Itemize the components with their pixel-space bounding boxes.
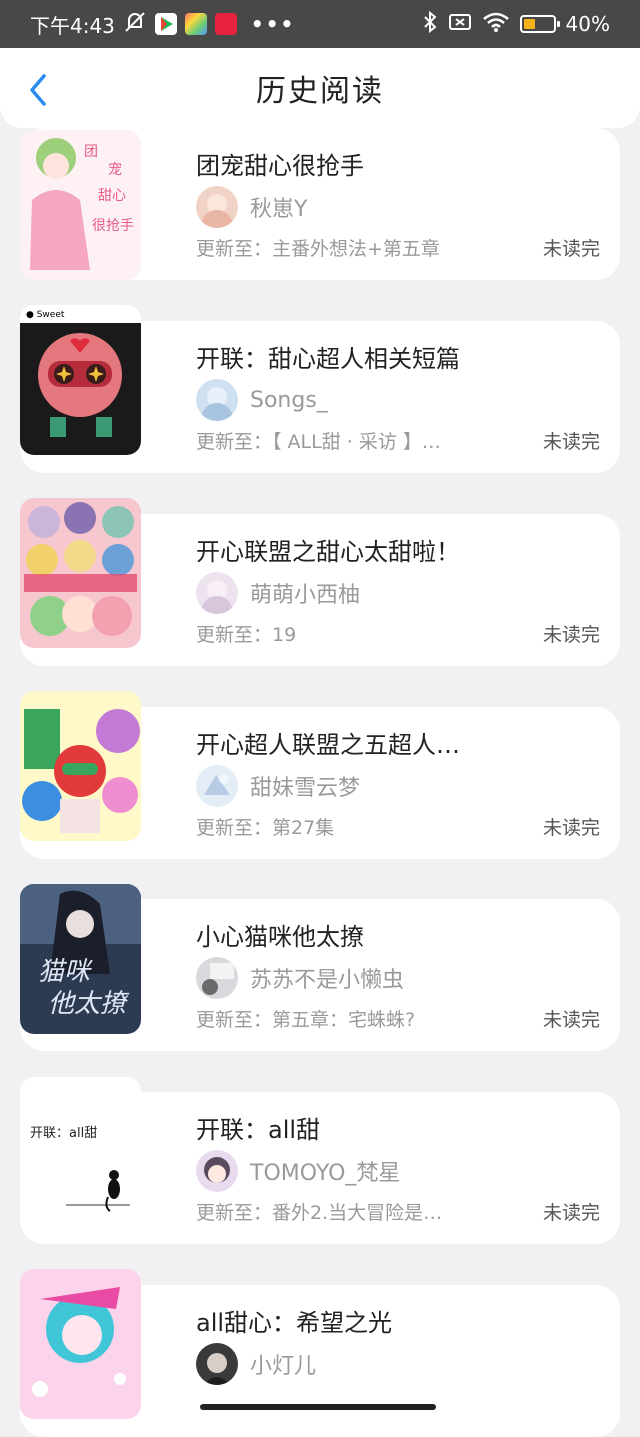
author-row: 萌萌小西柚 [196,572,360,614]
author-name: TOMOYO_梵星 [250,1161,401,1186]
xiaohongshu-icon [214,13,237,35]
author-name: 苏苏不是小懒虫 [250,968,405,993]
play-store-icon [154,13,177,35]
book-title: all甜心：希望之光 [196,1309,393,1337]
author-row: 秋崽Y [196,186,307,228]
author-row: 苏苏不是小懒虫 [196,957,404,999]
home-indicator[interactable] [200,1404,436,1410]
battery-percent: 40% [565,12,610,36]
status-bar: 下午4:43 ••• 40% [0,0,640,48]
battery-icon [519,15,560,33]
mute-icon [123,11,147,38]
author-avatar [196,186,238,228]
update-info: 更新至：第五章：宅蛛蛛? [196,1009,416,1031]
svg-text:● Sweet: ● Sweet [26,310,65,320]
svg-text:甜心: 甜心 [98,188,126,204]
book-title: 开联：all甜 [196,1116,321,1144]
book-cover[interactable]: ● Sweet [20,305,141,455]
read-status: 未读完 [542,238,600,260]
book-cover[interactable] [20,691,141,841]
update-info: 更新至：19 [196,624,297,646]
author-avatar [196,1343,238,1385]
no-sim-icon [448,12,472,37]
read-status: 未读完 [542,1009,600,1031]
book-title: 小心猫咪他太撩 [196,923,364,951]
back-button[interactable] [18,70,58,110]
status-time: 下午4:43 [30,13,115,38]
update-info: 更新至：【 ALL甜 · 采访 】… [196,431,441,453]
bluetooth-icon [422,10,438,39]
author-row: TOMOYO_梵星 [196,1150,400,1192]
book-cover[interactable]: 开联：all甜 [20,1077,141,1227]
author-avatar [196,765,238,807]
author-avatar [196,379,238,421]
svg-text:开联：all甜: 开联：all甜 [30,1125,97,1141]
book-cover[interactable] [20,1269,141,1419]
read-status: 未读完 [542,1202,600,1224]
svg-text:团: 团 [84,144,98,160]
book-title: 开联：甜心超人相关短篇 [196,345,460,373]
chevron-left-icon [30,74,46,106]
author-name: Songs_ [250,387,328,413]
wifi-icon [482,11,510,38]
gallery-app-icon [184,13,207,35]
author-avatar [196,1150,238,1192]
author-row: Songs_ [196,379,328,421]
book-title: 团宠甜心很抢手 [196,152,364,180]
read-status: 未读完 [542,431,600,453]
svg-text:宠: 宠 [108,162,122,178]
author-name: 小灯儿 [250,1354,317,1379]
author-avatar [196,572,238,614]
svg-text:猫咪: 猫咪 [38,957,93,987]
author-name: 萌萌小西柚 [250,583,361,608]
book-cover[interactable]: 猫咪 他太撩 [20,884,141,1034]
update-info: 更新至：主番外想法+第五章 [196,238,440,260]
page-title: 历史阅读 [256,74,384,109]
book-cover[interactable]: 团宠甜心很抢手 [20,130,141,280]
svg-text:很抢手: 很抢手 [92,217,134,234]
battery-fill [523,19,535,29]
author-name: 秋崽Y [250,197,308,222]
header: 历史阅读 [0,48,640,128]
author-avatar [196,957,238,999]
author-row: 小灯儿 [196,1343,316,1385]
svg-text:他太撩: 他太撩 [48,989,130,1019]
book-title: 开心联盟之甜心太甜啦！ [196,538,460,566]
book-cover[interactable] [20,498,141,648]
update-info: 更新至：第27集 [196,817,335,839]
update-info: 更新至：番外2.当大冒险是… [196,1202,443,1224]
author-name: 甜妹雪云梦 [250,776,361,801]
author-row: 甜妹雪云梦 [196,765,360,807]
read-status: 未读完 [542,624,600,646]
read-status: 未读完 [542,817,600,839]
more-notifications-icon: ••• [250,12,296,36]
book-title: 开心超人联盟之五超人… [196,731,460,759]
